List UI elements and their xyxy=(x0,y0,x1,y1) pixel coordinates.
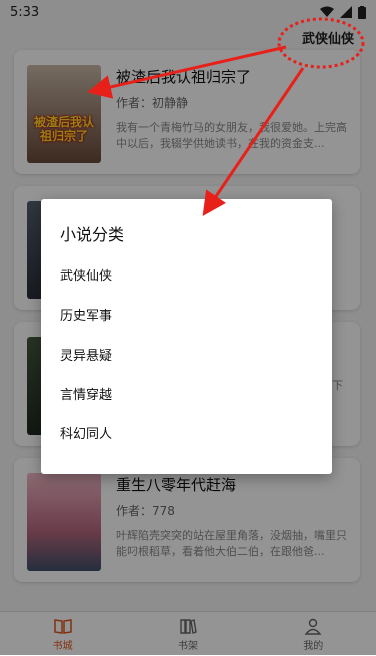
category-link[interactable]: 武侠仙侠 xyxy=(302,28,354,47)
dialog-title: 小说分类 xyxy=(60,225,125,244)
category-item[interactable]: 科幻同人 xyxy=(60,421,310,449)
category-item[interactable]: 武侠仙侠 xyxy=(60,263,310,291)
category-item[interactable]: 言情穿越 xyxy=(60,382,310,410)
category-item[interactable]: 历史军事 xyxy=(60,303,310,331)
category-dialog: 小说分类 武侠仙侠 历史军事 灵异悬疑 言情穿越 科幻同人 xyxy=(41,199,332,474)
category-item[interactable]: 灵异悬疑 xyxy=(60,343,310,371)
